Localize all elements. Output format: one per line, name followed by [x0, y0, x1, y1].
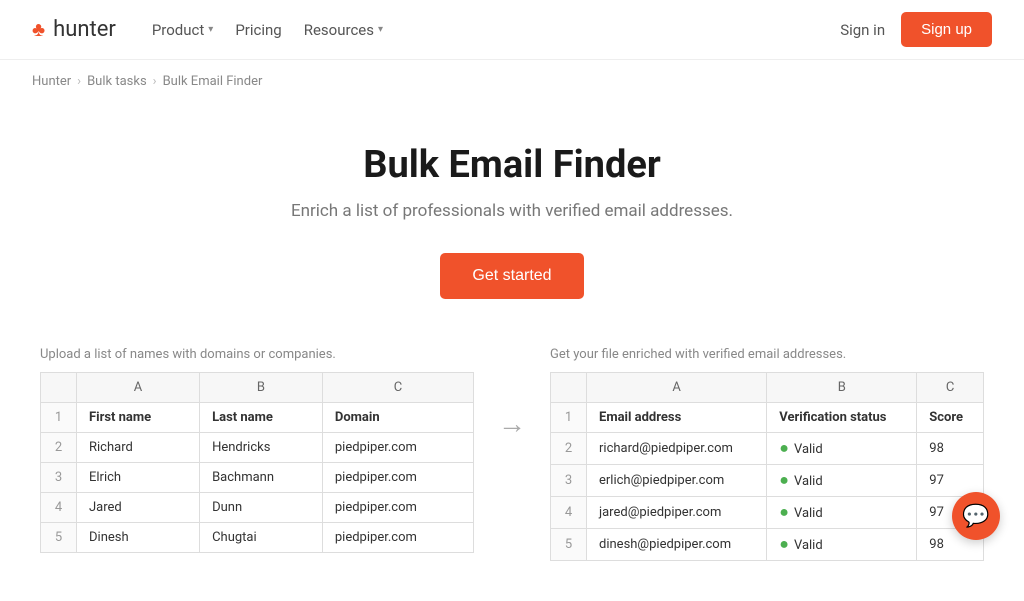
right-header-row: 1 Email address Verification status Scor…	[551, 403, 984, 433]
valid-dot-icon: ●	[779, 438, 789, 457]
table-row: 4 jared@piedpiper.com ●Valid 97	[551, 497, 984, 529]
nav-product[interactable]: Product ▾	[144, 15, 221, 45]
left-table: A B C 1 First name Last name Domain 2 Ri…	[40, 372, 474, 553]
breadcrumb-current: Bulk Email Finder	[163, 74, 263, 89]
nav-resources-label: Resources	[304, 21, 374, 39]
left-col-a-header: A	[77, 373, 200, 403]
row-email: erlich@piedpiper.com	[587, 465, 767, 497]
right-header-row-num: 1	[551, 403, 587, 433]
row-num: 4	[41, 493, 77, 523]
hero-section: Bulk Email Finder Enrich a list of profe…	[0, 103, 1024, 347]
nav-left: ♣ hunter Product ▾ Pricing Resources ▾	[32, 15, 391, 45]
right-col-c-header: C	[917, 373, 984, 403]
chevron-down-icon: ▾	[208, 24, 213, 35]
row-last: Hendricks	[200, 433, 323, 463]
row-domain: piedpiper.com	[322, 463, 473, 493]
breadcrumb-home[interactable]: Hunter	[32, 74, 71, 89]
table-row: 2 richard@piedpiper.com ●Valid 98	[551, 433, 984, 465]
sign-in-link[interactable]: Sign in	[840, 21, 885, 39]
left-col-b-header: B	[200, 373, 323, 403]
row-num: 3	[41, 463, 77, 493]
left-header-row-num: 1	[41, 403, 77, 433]
table-row: 3 erlich@piedpiper.com ●Valid 97	[551, 465, 984, 497]
row-status: ●Valid	[767, 465, 917, 497]
row-last: Dunn	[200, 493, 323, 523]
arrow-right-icon: →	[498, 407, 526, 440]
left-header-first-name: First name	[77, 403, 200, 433]
row-email: jared@piedpiper.com	[587, 497, 767, 529]
row-num: 3	[551, 465, 587, 497]
row-status: ●Valid	[767, 529, 917, 561]
row-domain: piedpiper.com	[322, 433, 473, 463]
table-row: 4 Jared Dunn piedpiper.com	[41, 493, 474, 523]
right-header-score: Score	[917, 403, 984, 433]
right-table: A B C 1 Email address Verification statu…	[550, 372, 984, 561]
row-last: Bachmann	[200, 463, 323, 493]
get-started-button[interactable]: Get started	[440, 253, 583, 299]
nav-product-label: Product	[152, 21, 204, 39]
row-num: 4	[551, 497, 587, 529]
logo[interactable]: ♣ hunter	[32, 17, 116, 42]
nav-links: Product ▾ Pricing Resources ▾	[144, 15, 391, 45]
row-domain: piedpiper.com	[322, 493, 473, 523]
logo-text: hunter	[53, 17, 116, 42]
breadcrumb-sep-2: ›	[153, 74, 157, 89]
nav-pricing[interactable]: Pricing	[227, 15, 289, 45]
row-email: richard@piedpiper.com	[587, 433, 767, 465]
row-num: 5	[41, 523, 77, 553]
valid-dot-icon: ●	[779, 534, 789, 553]
breadcrumb: Hunter › Bulk tasks › Bulk Email Finder	[0, 60, 1024, 103]
row-num: 2	[551, 433, 587, 465]
row-first: Elrich	[77, 463, 200, 493]
row-first: Richard	[77, 433, 200, 463]
hero-subtitle: Enrich a list of professionals with veri…	[20, 201, 1004, 221]
row-num: 5	[551, 529, 587, 561]
chevron-down-icon-2: ▾	[378, 24, 383, 35]
row-num: 2	[41, 433, 77, 463]
table-row: 5 Dinesh Chugtai piedpiper.com	[41, 523, 474, 553]
chat-button[interactable]: 💬	[952, 492, 1000, 540]
row-first: Dinesh	[77, 523, 200, 553]
right-table-block: Get your file enriched with verified ema…	[550, 347, 984, 561]
left-header-row: 1 First name Last name Domain	[41, 403, 474, 433]
breadcrumb-bulk-tasks[interactable]: Bulk tasks	[87, 74, 147, 89]
breadcrumb-sep-1: ›	[77, 74, 81, 89]
table-row: 3 Elrich Bachmann piedpiper.com	[41, 463, 474, 493]
valid-dot-icon: ●	[779, 470, 789, 489]
logo-icon: ♣	[32, 17, 45, 42]
row-last: Chugtai	[200, 523, 323, 553]
left-table-caption: Upload a list of names with domains or c…	[40, 347, 474, 362]
nav-right: Sign in Sign up	[840, 12, 992, 47]
valid-dot-icon: ●	[779, 502, 789, 521]
nav-resources[interactable]: Resources ▾	[296, 15, 391, 45]
row-first: Jared	[77, 493, 200, 523]
row-status: ●Valid	[767, 433, 917, 465]
arrow-block: →	[474, 347, 550, 440]
left-header-domain: Domain	[322, 403, 473, 433]
left-col-num-header	[41, 373, 77, 403]
left-col-c-header: C	[322, 373, 473, 403]
page-title: Bulk Email Finder	[20, 143, 1004, 187]
nav-pricing-label: Pricing	[235, 21, 281, 39]
left-table-block: Upload a list of names with domains or c…	[40, 347, 474, 553]
right-table-caption: Get your file enriched with verified ema…	[550, 347, 984, 362]
right-col-a-header: A	[587, 373, 767, 403]
row-domain: piedpiper.com	[322, 523, 473, 553]
tables-section: Upload a list of names with domains or c…	[0, 347, 1024, 601]
row-score: 98	[917, 433, 984, 465]
chat-icon: 💬	[962, 503, 989, 529]
table-row: 2 Richard Hendricks piedpiper.com	[41, 433, 474, 463]
left-header-last-name: Last name	[200, 403, 323, 433]
table-row: 5 dinesh@piedpiper.com ●Valid 98	[551, 529, 984, 561]
right-col-num-header	[551, 373, 587, 403]
row-email: dinesh@piedpiper.com	[587, 529, 767, 561]
navbar: ♣ hunter Product ▾ Pricing Resources ▾ S…	[0, 0, 1024, 60]
right-col-b-header: B	[767, 373, 917, 403]
right-header-verification: Verification status	[767, 403, 917, 433]
right-header-email: Email address	[587, 403, 767, 433]
row-status: ●Valid	[767, 497, 917, 529]
sign-up-button[interactable]: Sign up	[901, 12, 992, 47]
